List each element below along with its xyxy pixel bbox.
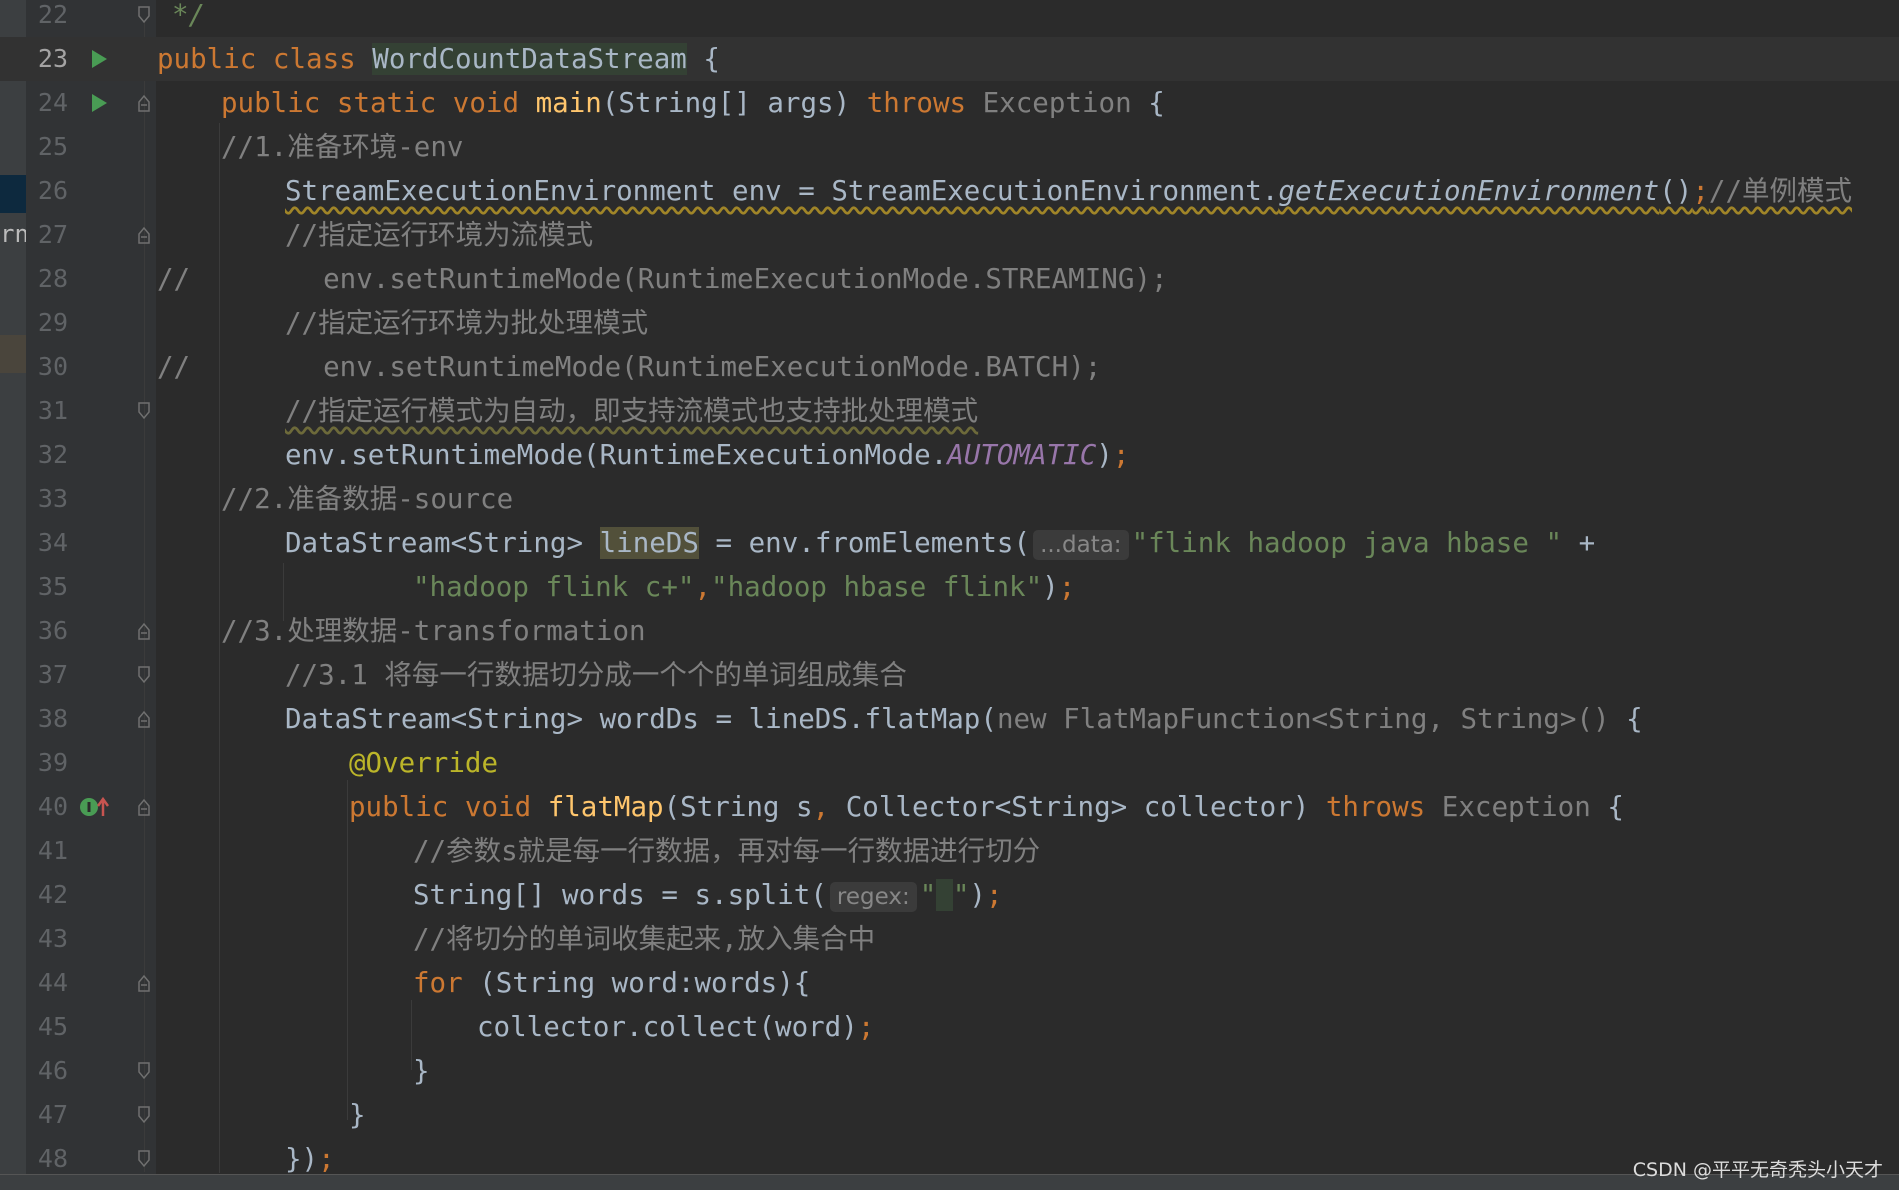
code-text: env.setRuntimeMode(RuntimeExecutionMode.… — [285, 439, 1130, 471]
line-number: 33 — [37, 484, 68, 513]
code-line: 42 String[] words = s.split(regex: " "); — [0, 873, 1899, 917]
code-line: 34 DataStream<String> lineDS = env.fromE… — [0, 521, 1899, 565]
fold-start-icon[interactable] — [136, 621, 152, 641]
code-comment: //1.准备环境-env — [221, 131, 464, 163]
code-line: 36 //3.处理数据-transformation — [0, 609, 1899, 653]
fold-start-icon[interactable] — [136, 225, 152, 245]
fold-start-icon[interactable] — [136, 709, 152, 729]
line-number: 39 — [37, 748, 68, 777]
implements-method-icon[interactable] — [78, 795, 112, 819]
code-comment: //指定运行模式为自动，即支持流模式也支持批处理模式 — [285, 395, 979, 427]
fold-start-icon[interactable] — [136, 797, 152, 817]
code-comment: //指定运行环境为批处理模式 — [285, 307, 649, 339]
line-number: 44 — [37, 968, 68, 997]
run-icon[interactable] — [87, 91, 111, 115]
code-line: 38 DataStream<String> wordDs = lineDS.fl… — [0, 697, 1899, 741]
code-comment: //3.1 将每一行数据切分成一个个的单词组成集合 — [285, 659, 907, 691]
code-comment: //env.setRuntimeMode(RuntimeExecutionMod… — [157, 351, 1102, 383]
horizontal-scrollbar[interactable] — [0, 1174, 1899, 1190]
code-text: } — [413, 1055, 430, 1087]
code-line-current: 23 public class WordCountDataStream { — [0, 37, 1899, 81]
code-text: collector.collect(word); — [477, 1011, 875, 1043]
fold-end-icon[interactable] — [136, 1149, 152, 1169]
code-text: } — [349, 1099, 366, 1131]
code-text: DataStream<String> lineDS = env.fromElem… — [285, 527, 1596, 560]
code-text: public class WordCountDataStream { — [157, 43, 720, 75]
line-number: 27 — [37, 220, 68, 249]
code-text: public static void main(String[] args) t… — [221, 87, 1165, 119]
fold-start-icon[interactable] — [136, 973, 152, 993]
line-number: 32 — [37, 440, 68, 469]
code-line: 41 //参数s就是每一行数据，再对每一行数据进行切分 — [0, 829, 1899, 873]
code-line: 35 "hadoop flink c+","hadoop hbase flink… — [0, 565, 1899, 609]
fold-end-icon[interactable] — [136, 401, 152, 421]
line-number: 26 — [37, 176, 68, 205]
run-icon[interactable] — [87, 47, 111, 71]
line-number: 42 — [37, 880, 68, 909]
line-number: 46 — [37, 1056, 68, 1085]
line-number: 47 — [37, 1100, 68, 1129]
line-number: 25 — [37, 132, 68, 161]
code-line: 29 //指定运行环境为批处理模式 — [0, 301, 1899, 345]
code-line: 45 collector.collect(word); — [0, 1005, 1899, 1049]
code-text: public void flatMap(String s, Collector<… — [349, 791, 1624, 823]
line-number: 30 — [37, 352, 68, 381]
code-line: 30 //env.setRuntimeMode(RuntimeExecution… — [0, 345, 1899, 389]
code-line: 24 public static void main(String[] args… — [0, 81, 1899, 125]
code-comment: //2.准备数据-source — [221, 483, 514, 515]
code-line: 27 //指定运行环境为流模式 — [0, 213, 1899, 257]
line-number: 31 — [37, 396, 68, 425]
code-line: 33 //2.准备数据-source — [0, 477, 1899, 521]
line-number: 40 — [37, 792, 68, 821]
line-number: 22 — [37, 0, 68, 29]
code-annotation: @Override — [349, 747, 499, 779]
code-line: 43 //将切分的单词收集起来,放入集合中 — [0, 917, 1899, 961]
fold-end-icon[interactable] — [136, 665, 152, 685]
line-number: 38 — [37, 704, 68, 733]
code-line: 44 for (String word:words){ — [0, 961, 1899, 1005]
line-number: 45 — [37, 1012, 68, 1041]
watermark: CSDN @平平无奇秃头小天才 — [1632, 1159, 1883, 1181]
code-line: 32 env.setRuntimeMode(RuntimeExecutionMo… — [0, 433, 1899, 477]
line-number: 36 — [37, 616, 68, 645]
line-number: 43 — [37, 924, 68, 953]
line-number: 24 — [37, 88, 68, 117]
code-line: 25 //1.准备环境-env — [0, 125, 1899, 169]
param-hint: regex: — [829, 882, 917, 912]
code-comment: //将切分的单词收集起来,放入集合中 — [413, 923, 876, 955]
line-number: 29 — [37, 308, 68, 337]
code-line: 40 public void flatMap(String s, Collect… — [0, 785, 1899, 829]
code-line: 47 } — [0, 1093, 1899, 1137]
line-number: 37 — [37, 660, 68, 689]
code-line: 37 //3.1 将每一行数据切分成一个个的单词组成集合 — [0, 653, 1899, 697]
code-line: 26 StreamExecutionEnvironment env = Stre… — [0, 169, 1899, 213]
fold-end-icon[interactable] — [136, 5, 152, 25]
fold-end-icon[interactable] — [136, 1061, 152, 1081]
param-hint: ...data: — [1033, 530, 1129, 560]
code-comment: //指定运行环境为流模式 — [285, 219, 594, 251]
code-line: 31 //指定运行模式为自动，即支持流模式也支持批处理模式 — [0, 389, 1899, 433]
code-comment: //env.setRuntimeMode(RuntimeExecutionMod… — [157, 263, 1168, 295]
line-number: 41 — [37, 836, 68, 865]
code-comment: //参数s就是每一行数据，再对每一行数据进行切分 — [413, 835, 1041, 867]
code-line: 22 */ — [0, 0, 1899, 37]
fold-end-icon[interactable] — [136, 1105, 152, 1125]
code-line: 28 //env.setRuntimeMode(RuntimeExecution… — [0, 257, 1899, 301]
code-text: for (String word:words){ — [413, 967, 811, 999]
line-number: 28 — [37, 264, 68, 293]
code-text: */ — [172, 0, 206, 31]
code-line: 39 @Override — [0, 741, 1899, 785]
line-number: 34 — [37, 528, 68, 557]
code-comment: //3.处理数据-transformation — [221, 615, 646, 647]
code-text: DataStream<String> wordDs = lineDS.flatM… — [285, 703, 1643, 735]
line-number: 23 — [37, 44, 68, 73]
code-line: 46 } — [0, 1049, 1899, 1093]
fold-start-icon[interactable] — [136, 93, 152, 113]
code-text: "hadoop flink c+","hadoop hbase flink"); — [413, 571, 1076, 603]
code-text: String[] words = s.split(regex: " "); — [413, 879, 1003, 912]
code-text: StreamExecutionEnvironment env = StreamE… — [285, 175, 1853, 207]
line-number: 35 — [37, 572, 68, 601]
